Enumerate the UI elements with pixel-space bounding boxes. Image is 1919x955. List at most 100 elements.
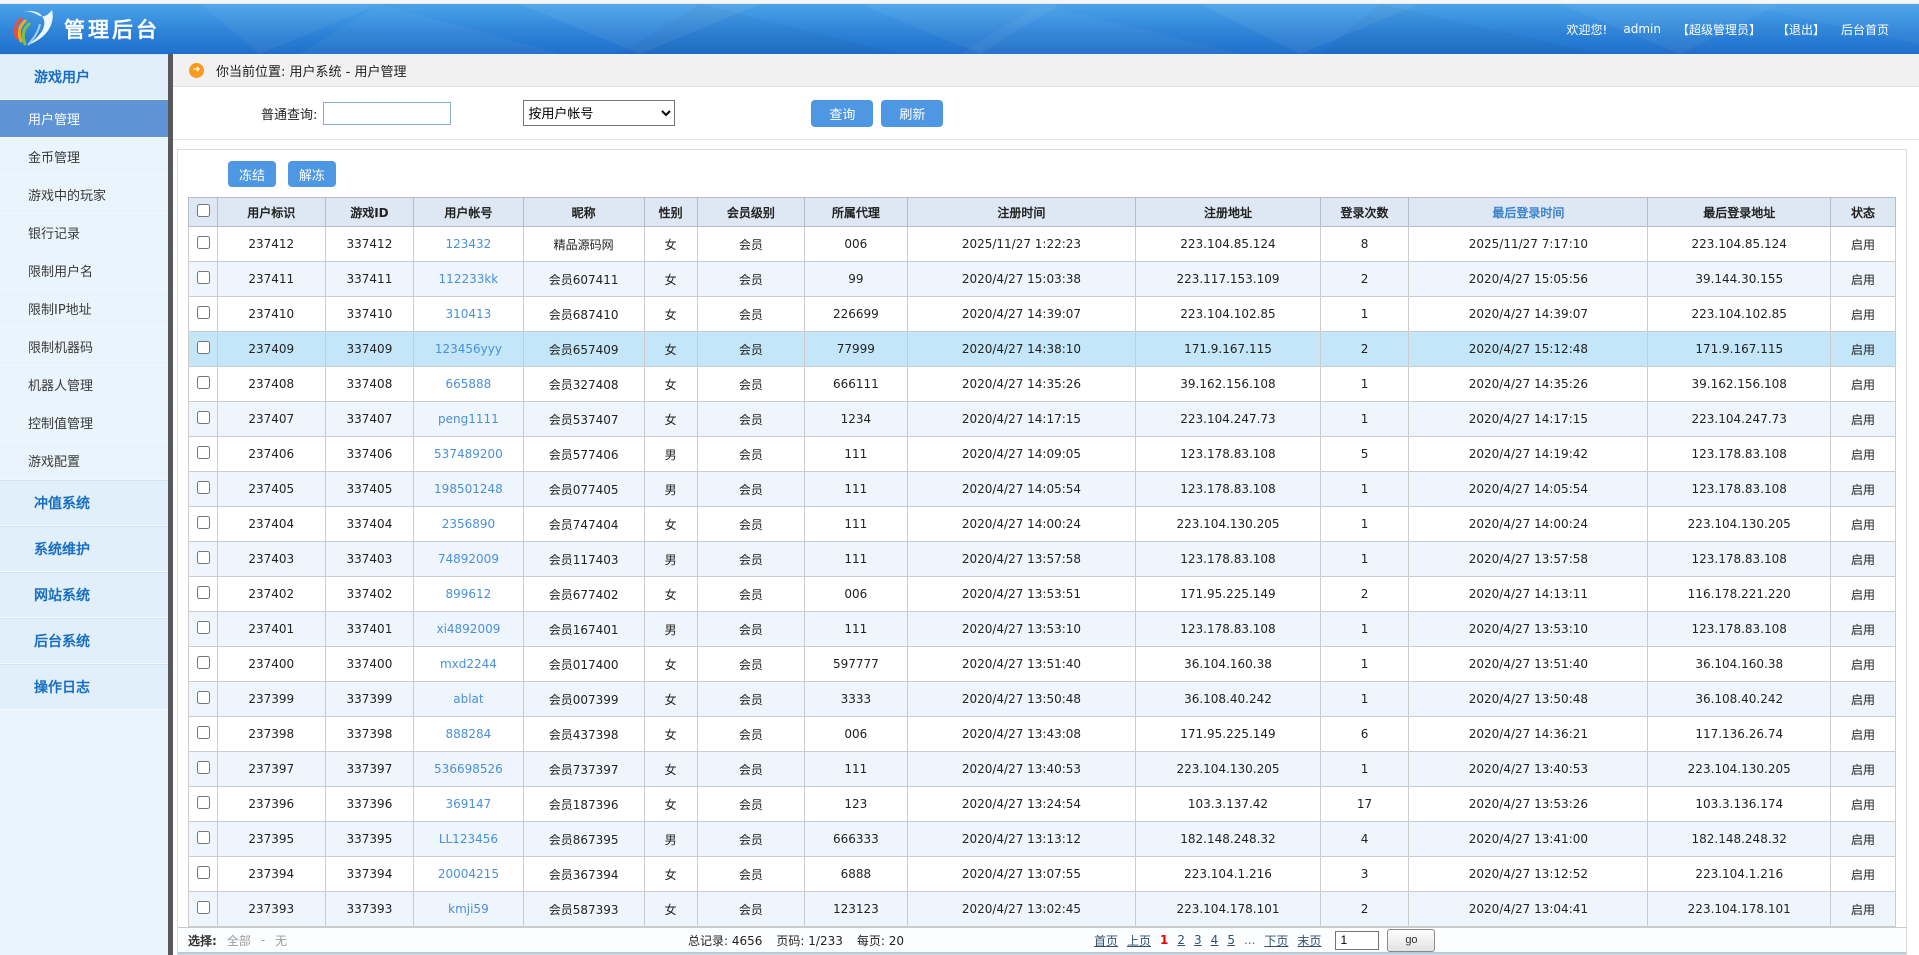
select-all-link[interactable]: 全部 — [227, 932, 251, 949]
sidebar-section[interactable]: 游戏用户 — [0, 54, 168, 100]
sidebar-item[interactable]: 用户管理 — [0, 100, 168, 138]
first-page-link[interactable]: 首页 — [1094, 932, 1118, 949]
account-link[interactable]: xi4892009 — [436, 622, 500, 636]
next-page-link[interactable]: 下页 — [1264, 932, 1288, 949]
logout-link[interactable]: 【退出】 — [1777, 21, 1825, 38]
row-checkbox[interactable] — [197, 621, 210, 634]
sidebar-item[interactable]: 控制值管理 — [0, 404, 168, 442]
sidebar-item[interactable]: 游戏配置 — [0, 442, 168, 480]
checkbox-cell — [189, 612, 218, 647]
freeze-button[interactable]: 冻结 — [228, 161, 276, 187]
row-checkbox[interactable] — [197, 481, 210, 494]
sidebar-item[interactable]: 限制IP地址 — [0, 290, 168, 328]
sidebar-item[interactable]: 游戏中的玩家 — [0, 176, 168, 214]
sidebar-section[interactable]: 冲值系统 — [0, 480, 168, 526]
row-checkbox[interactable] — [197, 866, 210, 879]
account-link[interactable]: 123432 — [446, 237, 492, 251]
account-link[interactable]: 198501248 — [434, 482, 503, 496]
cell: 1 — [1320, 507, 1409, 542]
select-label: 选择: — [188, 932, 217, 949]
account-link[interactable]: 536698526 — [434, 762, 503, 776]
row-checkbox[interactable] — [197, 656, 210, 669]
last-page-link[interactable]: 末页 — [1297, 932, 1321, 949]
row-checkbox[interactable] — [197, 271, 210, 284]
row-checkbox[interactable] — [197, 376, 210, 389]
page-link[interactable]: 5 — [1227, 933, 1235, 947]
select-none-link[interactable]: 无 — [275, 932, 287, 949]
sidebar-item[interactable]: 银行记录 — [0, 214, 168, 252]
checkbox-cell — [189, 892, 218, 927]
account-link[interactable]: 899612 — [446, 587, 492, 601]
sidebar-section[interactable]: 操作日志 — [0, 664, 168, 710]
cell: 启用 — [1831, 787, 1896, 822]
cell: 2020/4/27 13:53:26 — [1409, 787, 1648, 822]
account-link[interactable]: 310413 — [446, 307, 492, 321]
sidebar-section[interactable]: 后台系统 — [0, 618, 168, 664]
account-link[interactable]: 888284 — [446, 727, 492, 741]
cell: 237405 — [218, 472, 326, 507]
account-link[interactable]: 74892009 — [438, 552, 499, 566]
account-link[interactable]: kmji59 — [448, 902, 489, 916]
cell: 223.104.130.205 — [1648, 507, 1831, 542]
cell: 会员 — [697, 612, 805, 647]
search-input[interactable] — [323, 102, 451, 125]
cell: 启用 — [1831, 367, 1896, 402]
sidebar-item[interactable]: 机器人管理 — [0, 366, 168, 404]
sortable-column-header[interactable]: 最后登录时间 — [1409, 198, 1648, 227]
row-checkbox[interactable] — [197, 901, 210, 914]
page-link[interactable]: 3 — [1194, 933, 1202, 947]
row-checkbox[interactable] — [197, 551, 210, 564]
cell: 223.104.130.205 — [1136, 752, 1320, 787]
row-checkbox[interactable] — [197, 411, 210, 424]
row-checkbox[interactable] — [197, 236, 210, 249]
role-link[interactable]: 【超级管理员】 — [1677, 21, 1761, 38]
row-checkbox[interactable] — [197, 516, 210, 529]
sidebar-item[interactable]: 限制用户名 — [0, 252, 168, 290]
row-checkbox[interactable] — [197, 306, 210, 319]
sidebar-section[interactable]: 网站系统 — [0, 572, 168, 618]
goto-page-button[interactable]: go — [1387, 929, 1435, 952]
account-link[interactable]: 112233kk — [439, 272, 499, 286]
account-link[interactable]: ablat — [453, 692, 483, 706]
sidebar-section[interactable]: 系统维护 — [0, 526, 168, 572]
goto-page-input[interactable] — [1335, 931, 1379, 950]
account-link[interactable]: 20004215 — [438, 867, 499, 881]
row-checkbox[interactable] — [197, 831, 210, 844]
refresh-button[interactable]: 刷新 — [881, 100, 943, 127]
unfreeze-button[interactable]: 解冻 — [288, 161, 336, 187]
cell: 2020/4/27 15:12:48 — [1409, 332, 1648, 367]
query-button[interactable]: 查询 — [811, 100, 873, 127]
cell: 99 — [805, 262, 907, 297]
home-link[interactable]: 后台首页 — [1841, 21, 1889, 38]
page-link[interactable]: 4 — [1211, 933, 1219, 947]
cell: 2020/4/27 14:39:07 — [1409, 297, 1648, 332]
account-link[interactable]: 369147 — [446, 797, 492, 811]
row-checkbox[interactable] — [197, 691, 210, 704]
account-link[interactable]: 2356890 — [442, 517, 495, 531]
row-checkbox[interactable] — [197, 446, 210, 459]
row-checkbox[interactable] — [197, 796, 210, 809]
account-link[interactable]: 537489200 — [434, 447, 503, 461]
select-all-checkbox[interactable] — [197, 204, 210, 217]
cell: 会员007399 — [523, 682, 644, 717]
sidebar-item[interactable]: 金币管理 — [0, 138, 168, 176]
cell: 337399 — [325, 682, 414, 717]
cell: 2025/11/27 7:17:10 — [1409, 227, 1648, 262]
prev-page-link[interactable]: 上页 — [1127, 932, 1151, 949]
row-checkbox[interactable] — [197, 761, 210, 774]
sidebar-item[interactable]: 限制机器码 — [0, 328, 168, 366]
cell: 2020/4/27 15:03:38 — [907, 262, 1136, 297]
account-link[interactable]: LL123456 — [439, 832, 498, 846]
row-checkbox[interactable] — [197, 586, 210, 599]
page-link[interactable]: 2 — [1177, 933, 1185, 947]
account-link[interactable]: 665888 — [446, 377, 492, 391]
current-page[interactable]: 1 — [1160, 933, 1168, 947]
row-checkbox[interactable] — [197, 726, 210, 739]
account-link[interactable]: mxd2244 — [440, 657, 497, 671]
row-checkbox[interactable] — [197, 341, 210, 354]
column-header: 用户帐号 — [414, 198, 523, 227]
account-link[interactable]: 123456yyy — [435, 342, 502, 356]
account-link[interactable]: peng1111 — [438, 412, 499, 426]
search-type-select[interactable]: 按用户帐号 — [523, 100, 675, 126]
cell: 女 — [644, 577, 697, 612]
